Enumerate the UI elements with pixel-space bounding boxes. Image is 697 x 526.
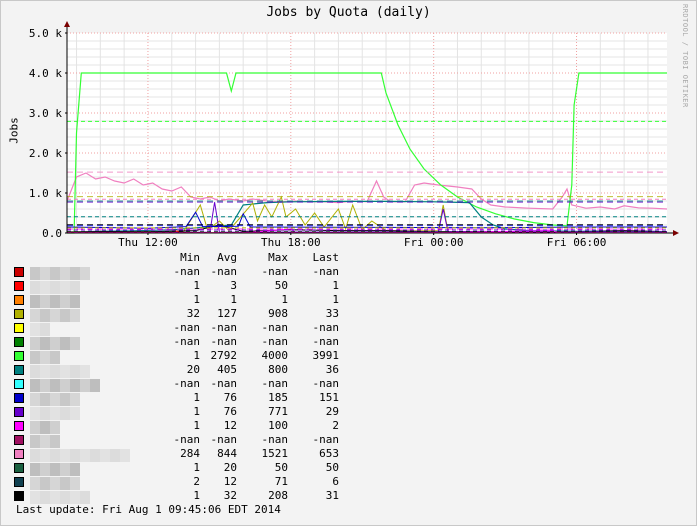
chart-plot: 0.0 1.0 k 2.0 k 3.0 k 4.0 k 5.0 k Thu 12:00 Thu…	[29, 21, 679, 249]
x-tick-label: Fri 06:00	[547, 236, 607, 249]
y-tick-label: 5.0 k	[29, 27, 62, 40]
y-tick-label: 2.0 k	[29, 147, 62, 160]
x-tick-label: Thu 12:00	[118, 236, 178, 249]
grid-lines	[67, 32, 667, 233]
x-tick-label: Fri 00:00	[404, 236, 464, 249]
y-tick-label: 3.0 k	[29, 107, 62, 120]
last-update-text: Last update: Fri Aug 1 09:45:06 EDT 2014	[16, 503, 281, 516]
x-axis-arrow	[673, 230, 679, 236]
y-tick-label: 0.0	[42, 227, 62, 240]
x-tick-label: Thu 18:00	[261, 236, 321, 249]
y-tick-label: 1.0 k	[29, 187, 62, 200]
y-axis-arrow	[64, 21, 70, 27]
y-tick-label: 4.0 k	[29, 67, 62, 80]
